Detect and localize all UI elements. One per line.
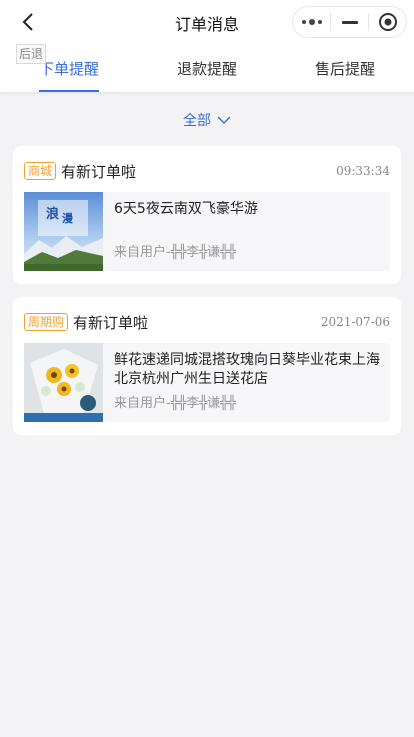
product-thumbnail-flowers [24, 343, 103, 422]
order-time: 2021-07-06 [320, 315, 390, 329]
order-card[interactable]: 周期购 有新订单啦 2021-07-06 鲜花速递同城混搭玫瑰向日葵毕业花束上海… [13, 297, 401, 435]
close-program-button[interactable] [369, 7, 406, 37]
order-card-title: 有新订单啦 [73, 313, 149, 332]
order-user: 来自用户-╬╬李╬谦╬╬ [114, 245, 236, 260]
minimize-button[interactable] [331, 7, 368, 37]
order-user: 来自用户-╬╬李╬谦╬╬ [114, 396, 236, 411]
more-dots-icon [301, 19, 322, 25]
order-card-header: 周期购 有新订单啦 2021-07-06 [24, 311, 390, 333]
order-card-title: 有新订单啦 [61, 162, 137, 181]
filter-label: 全部 [183, 113, 211, 129]
order-type-badge: 周期购 [24, 313, 69, 331]
target-circle-icon [378, 13, 397, 31]
mini-program-capsule [292, 6, 407, 38]
top-nav-bar: 订单消息 [0, 0, 414, 44]
order-card[interactable]: 商城 有新订单啦 09:33:34 浪 漫 6天5夜云南双飞豪华游 来自用户-╬… [13, 146, 401, 284]
product-name: 6天5夜云南双飞豪华游 [114, 201, 258, 217]
tab-bar: 下单提醒 退款提醒 售后提醒 [0, 44, 414, 92]
tab-aftersale-reminder[interactable]: 售后提醒 [276, 44, 414, 92]
minus-icon [341, 20, 358, 24]
order-card-header: 商城 有新订单啦 09:33:34 [24, 160, 390, 182]
order-product-item[interactable]: 鲜花速递同城混搭玫瑰向日葵毕业花束上海北京杭州广州生日送花店 来自用户-╬╬李╬… [24, 343, 390, 422]
svg-text:漫: 漫 [62, 211, 74, 225]
back-tag: 后退 [16, 44, 47, 64]
order-product-item[interactable]: 浪 漫 6天5夜云南双飞豪华游 来自用户-╬╬李╬谦╬╬ [24, 192, 390, 271]
order-time: 09:33:34 [336, 164, 390, 178]
svg-text:浪: 浪 [46, 206, 59, 222]
tab-refund-reminder[interactable]: 退款提醒 [138, 44, 276, 92]
product-name: 鲜花速递同城混搭玫瑰向日葵毕业花束上海北京杭州广州生日送花店 [114, 352, 380, 387]
more-button[interactable] [293, 7, 330, 37]
order-type-badge: 商城 [24, 162, 57, 180]
product-thumbnail-yunnan: 浪 漫 [24, 192, 103, 271]
chevron-down-icon [217, 116, 231, 124]
filter-dropdown[interactable]: 全部 [0, 108, 414, 132]
